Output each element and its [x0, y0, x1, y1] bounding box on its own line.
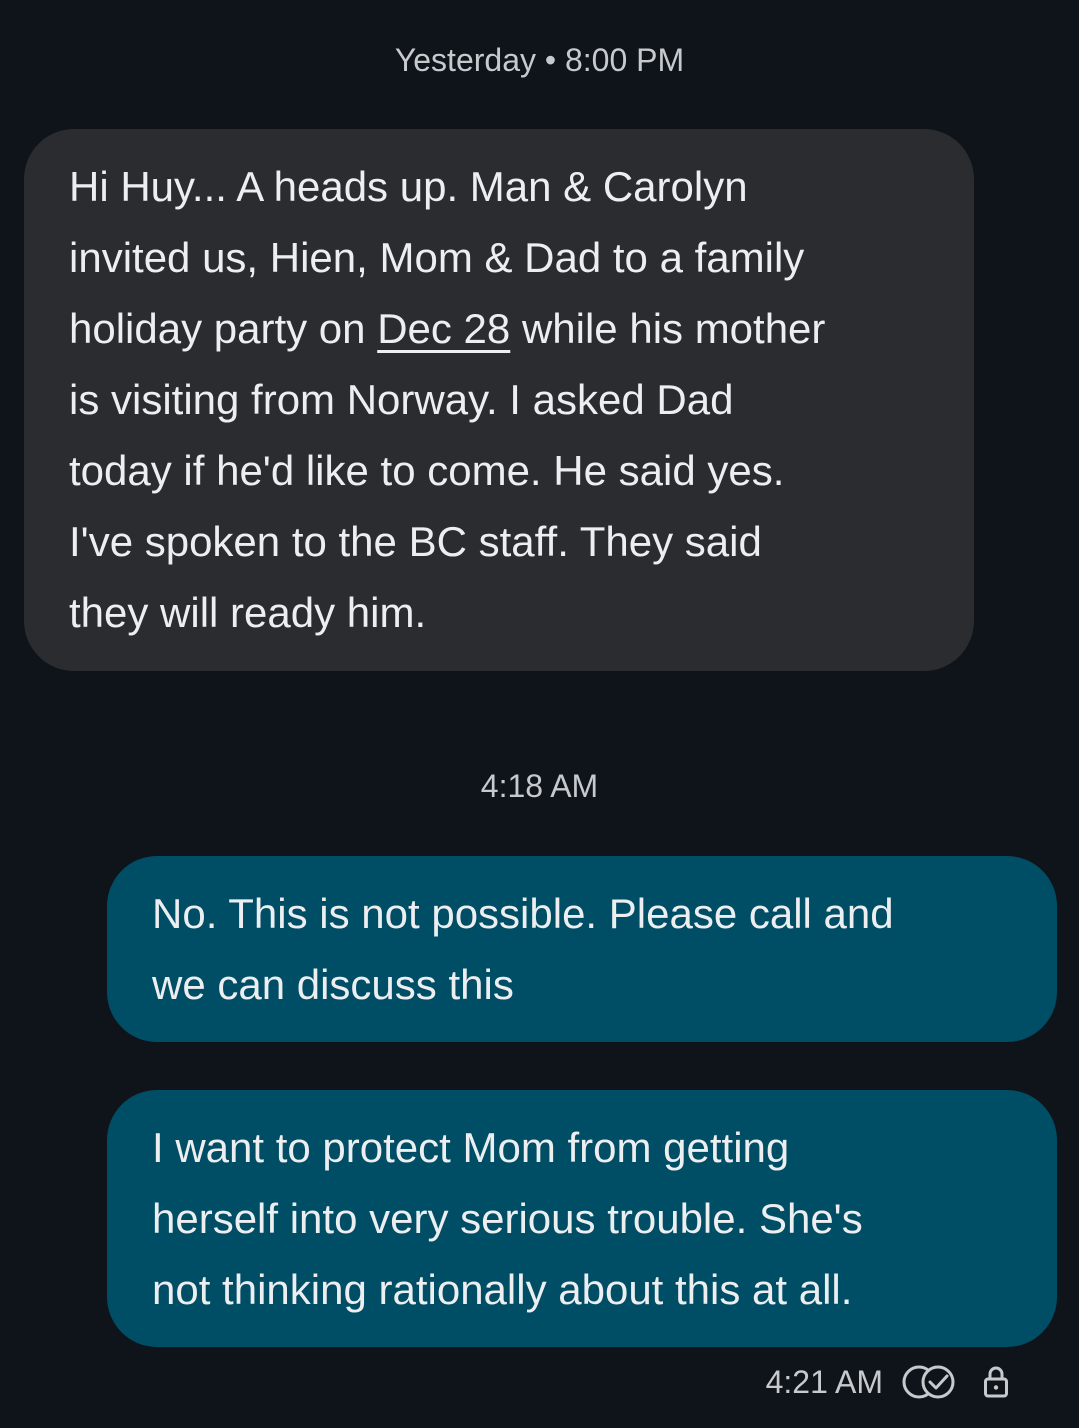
lock-icon — [984, 1366, 1008, 1398]
message-line: today if he'd like to come. He said yes. — [69, 447, 785, 494]
outgoing-message-bubble[interactable]: No. This is not possible. Please call an… — [107, 856, 1057, 1042]
message-line: Hi Huy... A heads up. Man & Carolyn — [69, 163, 748, 210]
timestamp-early-morning: 4:18 AM — [480, 768, 599, 804]
message-line-text: holiday party on — [69, 305, 378, 352]
message-status-row: 4:21 AM — [766, 1362, 1009, 1402]
message-line: No. This is not possible. Please call an… — [152, 890, 894, 937]
message-line: I want to protect Mom from getting — [152, 1124, 790, 1171]
message-line: they will ready him. — [69, 589, 427, 636]
outgoing-message-bubble[interactable]: I want to protect Mom from getting herse… — [107, 1090, 1057, 1347]
message-line: herself into very serious trouble. She's — [152, 1195, 863, 1242]
message-line-text: while his mother — [510, 305, 826, 352]
incoming-message-text: Hi Huy... A heads up. Man & Carolyn invi… — [69, 151, 949, 648]
double-check-icon — [902, 1365, 955, 1399]
message-line: we can discuss this — [152, 961, 514, 1008]
message-line: I've spoken to the BC staff. They said — [69, 518, 762, 565]
message-line: holiday party on Dec 28 while his mother — [69, 293, 949, 364]
incoming-message-bubble[interactable]: Hi Huy... A heads up. Man & Carolyn invi… — [24, 129, 974, 671]
outgoing-message-text: No. This is not possible. Please call an… — [152, 878, 1032, 1020]
timestamp-yesterday: Yesterday • 8:00 PM — [394, 42, 685, 78]
message-line: invited us, Hien, Mom & Dad to a family — [69, 234, 805, 281]
status-time: 4:21 AM — [765, 1363, 883, 1400]
date-link[interactable]: Dec 28 — [377, 305, 510, 352]
message-line: is visiting from Norway. I asked Dad — [69, 376, 734, 423]
outgoing-message-text: I want to protect Mom from getting herse… — [152, 1112, 1032, 1325]
message-line: not thinking rationally about this at al… — [152, 1266, 853, 1313]
